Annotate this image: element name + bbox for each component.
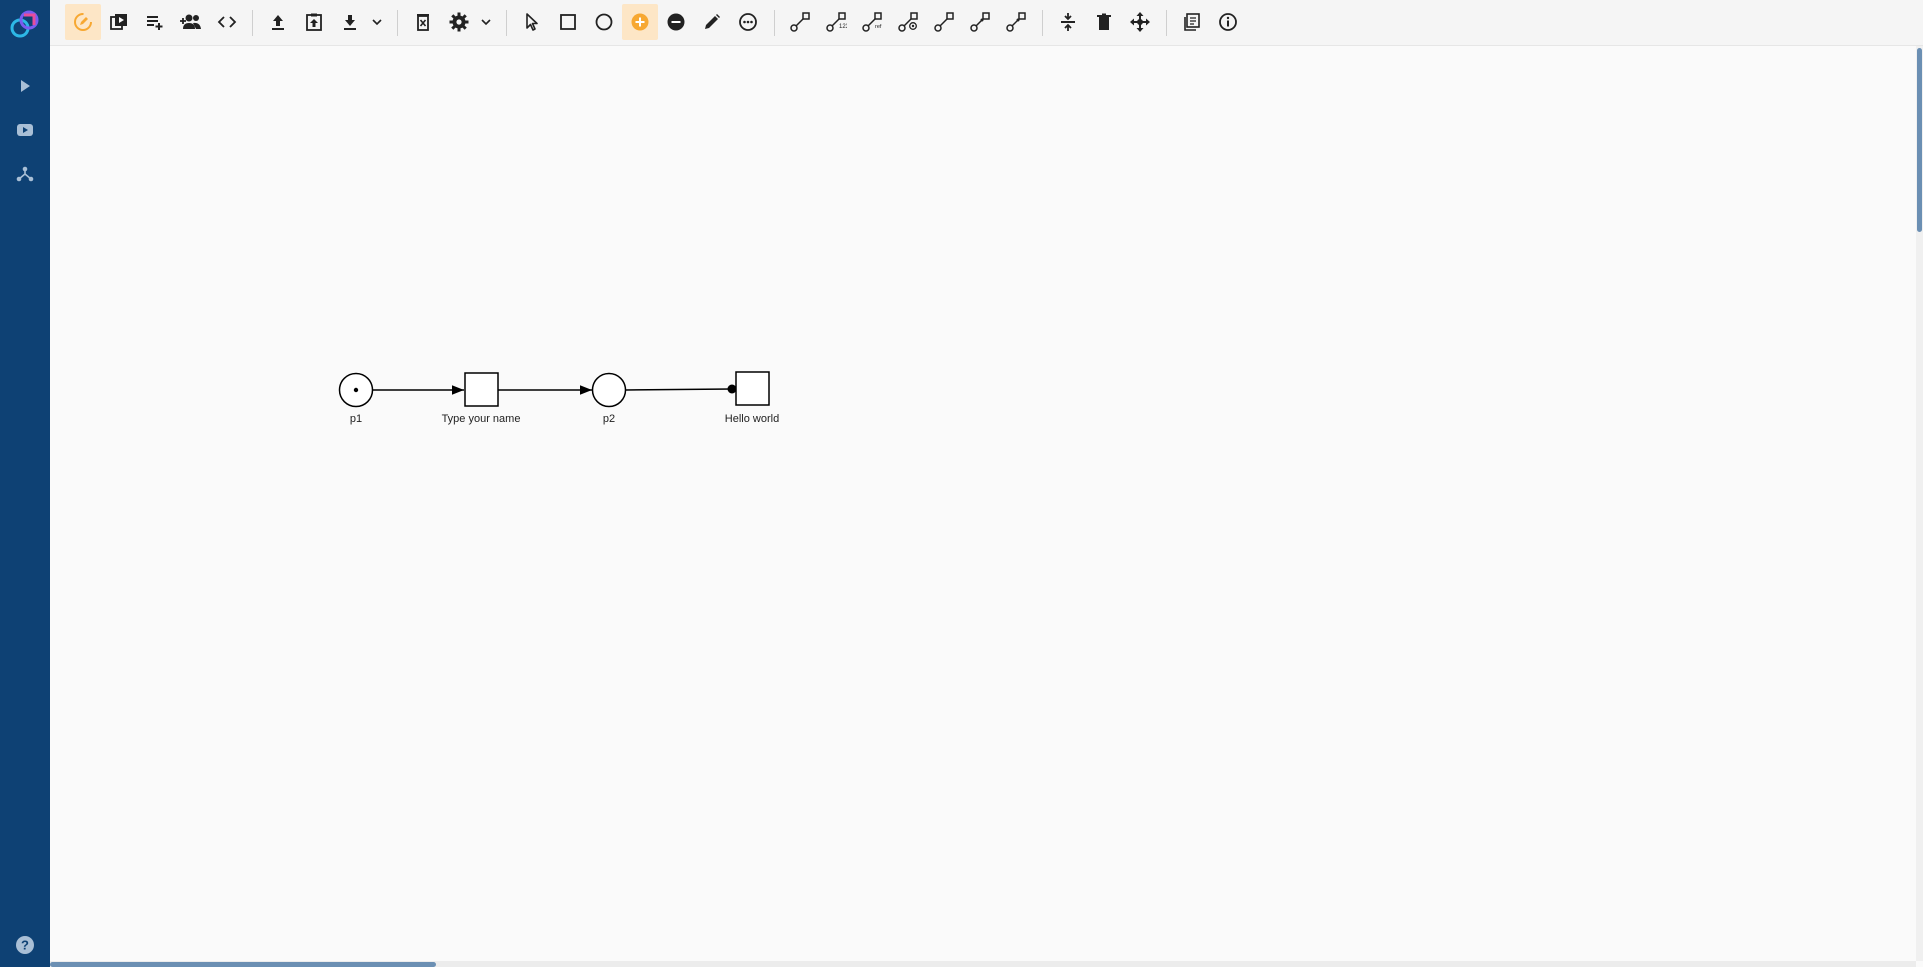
arc-reference-tool-button[interactable]: ref [854, 4, 890, 40]
svg-text:123: 123 [839, 24, 847, 30]
read-arc-endpoint [727, 384, 737, 394]
arc-variable-icon [1006, 12, 1026, 32]
horizontal-scrollbar[interactable] [50, 961, 1916, 967]
remove-circle-icon [667, 13, 685, 31]
settings-menu-button[interactable] [477, 4, 495, 40]
trash-icon [1097, 13, 1111, 30]
copy-play-icon [110, 14, 127, 30]
transition-tool-button[interactable] [550, 4, 586, 40]
pencil-icon [705, 14, 720, 29]
arc-reset-icon [934, 12, 954, 32]
toolbar-separator [252, 10, 253, 36]
token [353, 387, 359, 393]
sidebar-item-play[interactable] [0, 64, 50, 108]
circle-icon [595, 13, 613, 31]
more-circle-icon [739, 13, 757, 31]
arc-weighted-tool-button[interactable]: 123 [818, 4, 854, 40]
download-menu-button[interactable] [368, 4, 386, 40]
arc-reset-tool-button[interactable] [926, 4, 962, 40]
arc-ref-icon: ref [862, 12, 882, 32]
transition-label: Hello world [725, 413, 779, 425]
remove-token-tool-button[interactable] [658, 4, 694, 40]
vertical-scrollbar[interactable] [1916, 46, 1923, 961]
info-button[interactable] [1210, 4, 1246, 40]
arc-inhibitor-tool-button[interactable] [962, 4, 998, 40]
delete-model-button[interactable] [405, 4, 441, 40]
gear-icon [449, 12, 469, 32]
upload-button[interactable] [260, 4, 296, 40]
arc-tool-button[interactable] [782, 4, 818, 40]
help-button[interactable]: ? [0, 935, 50, 955]
add-circle-icon [631, 13, 649, 31]
arc-read-tool-button[interactable] [890, 4, 926, 40]
playlist-add-icon [147, 16, 163, 30]
edit-circle-icon [74, 13, 92, 31]
arc-p2-to-hello-world[interactable] [625, 388, 733, 391]
transition-type-your-name[interactable] [464, 372, 499, 407]
edit-button[interactable] [65, 4, 101, 40]
arc-variable-tool-button[interactable] [998, 4, 1034, 40]
toolbar-separator [397, 10, 398, 36]
place-p2[interactable] [591, 372, 627, 408]
delete-button[interactable] [1086, 4, 1122, 40]
delete-file-icon [417, 14, 429, 31]
square-icon [560, 14, 576, 30]
place-label: p1 [350, 413, 362, 425]
arc-icon [790, 12, 810, 32]
add-role-button[interactable] [173, 4, 209, 40]
svg-text:ref: ref [875, 24, 882, 30]
upload-icon [272, 15, 284, 30]
align-button[interactable] [1050, 4, 1086, 40]
notes-button[interactable] [1174, 4, 1210, 40]
svg-text:?: ? [21, 938, 29, 953]
download-icon [344, 15, 356, 30]
chevron-down-icon [372, 19, 382, 26]
code-button[interactable] [209, 4, 245, 40]
network-icon [16, 166, 34, 182]
transition-hello-world[interactable] [735, 371, 770, 406]
move-button[interactable] [1122, 4, 1158, 40]
transition-label: Type your name [442, 413, 521, 425]
import-clipboard-button[interactable] [296, 4, 332, 40]
pointer-icon [526, 13, 538, 31]
label-tool-button[interactable] [694, 4, 730, 40]
settings-button[interactable] [441, 4, 477, 40]
toolbar: 123 ref [50, 0, 1923, 46]
add-token-tool-button[interactable] [622, 4, 658, 40]
download-button[interactable] [332, 4, 368, 40]
editor-canvas[interactable]: p1 Type your name p2 Hello world [50, 46, 1916, 961]
duplicate-button[interactable] [101, 4, 137, 40]
horizontal-scrollbar-thumb[interactable] [50, 962, 436, 967]
code-icon [217, 16, 237, 28]
move-icon [1130, 12, 1150, 32]
sidebar: ? [0, 0, 50, 967]
vertical-scrollbar-thumb[interactable] [1917, 48, 1922, 232]
app-window: ? 12 ref p1 Type your name p2 Hello worl… [0, 0, 1923, 967]
more-tool-button[interactable] [730, 4, 766, 40]
arc-numbered-icon: 123 [826, 12, 847, 32]
sidebar-item-videos[interactable] [0, 108, 50, 152]
play-icon [21, 80, 30, 92]
arc-read-icon [898, 12, 918, 32]
petri-net-diagram[interactable]: p1 Type your name p2 Hello world [50, 46, 1916, 961]
toolbar-separator [1042, 10, 1043, 36]
place-tool-button[interactable] [586, 4, 622, 40]
vertical-align-icon [1061, 13, 1075, 31]
youtube-icon [17, 124, 33, 136]
notes-icon [1184, 13, 1200, 31]
sidebar-item-network[interactable] [0, 152, 50, 196]
toolbar-separator [774, 10, 775, 36]
arc-inhibitor-icon [970, 12, 990, 32]
logo-icon [5, 4, 45, 44]
help-icon: ? [16, 936, 34, 954]
select-tool-button[interactable] [514, 4, 550, 40]
clipboard-upload-icon [306, 13, 322, 31]
toolbar-separator [1166, 10, 1167, 36]
info-icon [1219, 13, 1237, 31]
group-add-icon [180, 14, 201, 29]
toolbar-separator [506, 10, 507, 36]
chevron-down-icon [481, 19, 491, 26]
place-label: p2 [603, 413, 615, 425]
add-list-button[interactable] [137, 4, 173, 40]
